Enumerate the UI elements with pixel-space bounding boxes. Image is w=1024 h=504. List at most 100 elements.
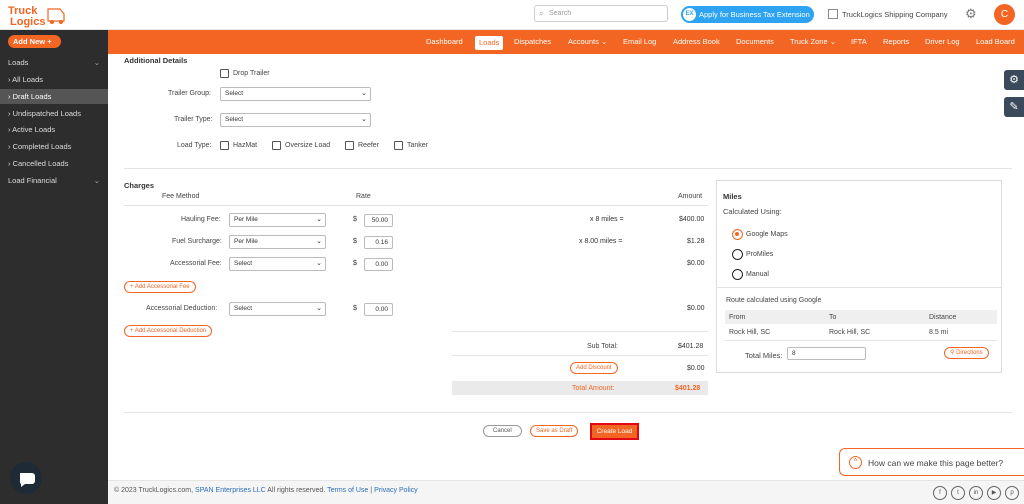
- nav-truck-zone[interactable]: Truck Zone ⌄: [790, 30, 836, 54]
- dollar-sign: $: [353, 305, 357, 312]
- drop-trailer-checkbox[interactable]: [220, 69, 229, 78]
- nav-load-board[interactable]: Load Board: [976, 30, 1015, 54]
- linkedin-icon[interactable]: in: [969, 486, 983, 500]
- facebook-icon[interactable]: f: [933, 486, 947, 500]
- add-new-button[interactable]: Add New +: [8, 35, 61, 48]
- trailer-type-select[interactable]: Select ⌄: [220, 113, 371, 127]
- accessorial-deduction-method-select[interactable]: Select ⌄: [229, 302, 326, 316]
- hazmat-checkbox[interactable]: [220, 141, 229, 150]
- dollar-sign: $: [353, 260, 357, 267]
- total-miles-input[interactable]: 8: [787, 347, 866, 360]
- actions-divider: [124, 412, 1012, 413]
- tax-extension-label: Apply for Business Tax Extension: [699, 10, 810, 19]
- search-input[interactable]: ⌕ Search: [534, 5, 668, 22]
- nav-documents[interactable]: Documents: [736, 30, 774, 54]
- manual-radio[interactable]: [732, 269, 743, 280]
- total-label: Total Amount:: [572, 385, 615, 392]
- load-type-label: Load Type:: [177, 142, 212, 149]
- chat-launcher[interactable]: [10, 462, 42, 494]
- sidebar-loads-header[interactable]: Loads ⌄: [0, 55, 108, 70]
- charges-header-divider: [124, 205, 708, 206]
- chevron-down-icon: ⌄: [316, 260, 322, 267]
- sidebar-item-draft-loads[interactable]: › Draft Loads: [0, 89, 108, 104]
- company-switcher[interactable]: TruckLogics Shipping Company: [828, 9, 948, 19]
- sidebar-item-undispatched-loads[interactable]: › Undispatched Loads: [0, 106, 108, 121]
- miles-divider: [717, 287, 1001, 288]
- extension-icon: EX: [683, 8, 696, 21]
- hauling-fee-method-select[interactable]: Per Mile ⌄: [229, 213, 326, 227]
- add-discount-button[interactable]: Add Discount: [570, 362, 618, 374]
- fuel-surcharge-label: Fuel Surcharge:: [172, 238, 222, 245]
- miles-title: Miles: [723, 192, 742, 201]
- youtube-icon[interactable]: ▶: [987, 486, 1001, 500]
- sidebar-item-all-loads[interactable]: › All Loads: [0, 72, 108, 87]
- chevron-down-icon: ⌄: [361, 90, 367, 97]
- nav-driver-log[interactable]: Driver Log: [925, 30, 960, 54]
- fuel-amount: $1.28: [687, 238, 705, 245]
- reefer-checkbox[interactable]: [345, 141, 354, 150]
- nav-dashboard[interactable]: Dashboard: [426, 30, 463, 54]
- nav-reports[interactable]: Reports: [883, 30, 909, 54]
- add-accessorial-deduction-button[interactable]: + Add Accessorial Deduction: [124, 325, 213, 337]
- accessorial-fee-method-select[interactable]: Select ⌄: [229, 257, 326, 271]
- route-distance: 8.5 mi: [929, 329, 949, 336]
- notes-icon[interactable]: ✎: [1004, 97, 1024, 117]
- save-as-draft-button[interactable]: Save as Draft: [530, 425, 579, 437]
- nav-email-log[interactable]: Email Log: [623, 30, 656, 54]
- svg-text:Logics: Logics: [10, 16, 45, 28]
- fuel-calc: x 8.00 miles =: [579, 238, 623, 245]
- from-header: From: [729, 314, 746, 321]
- hauling-calc: x 8 miles =: [590, 216, 624, 223]
- fuel-rate-input[interactable]: 0.16: [364, 236, 393, 249]
- oversize-load-label: Oversize Load: [285, 142, 331, 149]
- accessorial-deduction-label: Accessorial Deduction:: [146, 305, 218, 312]
- accessorial-rate-input[interactable]: 0.00: [364, 258, 393, 271]
- sidebar-load-financial[interactable]: Load Financial ⌄: [0, 173, 108, 188]
- create-load-button[interactable]: Create Load: [590, 423, 639, 440]
- chevron-down-icon: ⌄: [316, 305, 322, 312]
- sidebar-item-active-loads[interactable]: › Active Loads: [0, 122, 108, 137]
- nav-accounts[interactable]: Accounts ⌄: [568, 30, 607, 54]
- settings-panel-icon[interactable]: ⚙: [1004, 70, 1024, 90]
- feedback-text: How can we make this page better?: [868, 458, 1004, 468]
- nav-ifta[interactable]: IFTA: [851, 30, 867, 54]
- tanker-checkbox[interactable]: [394, 141, 403, 150]
- sidebar-item-completed-loads[interactable]: › Completed Loads: [0, 139, 108, 154]
- terms-of-use-link[interactable]: Terms of Use: [327, 487, 368, 494]
- twitter-icon[interactable]: t: [951, 486, 965, 500]
- fuel-surcharge-method-select[interactable]: Per Mile ⌄: [229, 235, 326, 249]
- deduction-rate-input[interactable]: 0.00: [364, 303, 393, 316]
- google-maps-label: Google Maps: [746, 231, 788, 238]
- nav-dispatches[interactable]: Dispatches: [514, 30, 551, 54]
- pinterest-icon[interactable]: p: [1005, 486, 1019, 500]
- chat-icon: [19, 473, 35, 487]
- user-avatar[interactable]: C: [994, 4, 1015, 25]
- directions-icon: ⚲: [950, 350, 955, 356]
- accessorial-fee-label: Accessorial Fee:: [170, 260, 222, 267]
- drop-trailer-label: Drop Trailer: [233, 70, 270, 77]
- subtotal-value: $401.28: [678, 343, 704, 350]
- chevron-down-icon: ⌄: [93, 176, 100, 185]
- company-name: TruckLogics Shipping Company: [842, 10, 948, 19]
- route-from: Rock Hill, SC: [729, 329, 771, 336]
- hauling-rate-input[interactable]: 50.00: [364, 214, 393, 227]
- oversize-load-checkbox[interactable]: [272, 141, 281, 150]
- add-accessorial-fee-button[interactable]: + Add Accessorial Fee: [124, 281, 196, 293]
- cancel-button[interactable]: Cancel: [483, 425, 522, 437]
- trucklogics-logo[interactable]: Truck Logics: [6, 3, 68, 28]
- tax-extension-button[interactable]: EX Apply for Business Tax Extension: [681, 6, 814, 23]
- settings-gear-icon[interactable]: ⚙: [965, 7, 979, 21]
- sidebar-item-cancelled-loads[interactable]: › Cancelled Loads: [0, 156, 108, 171]
- directions-button[interactable]: ⚲ Directions: [944, 347, 989, 359]
- deduction-amount: $0.00: [687, 305, 705, 312]
- subtotal-divider: [452, 355, 708, 356]
- nav-address-book[interactable]: Address Book: [673, 30, 720, 54]
- privacy-policy-link[interactable]: Privacy Policy: [374, 487, 418, 494]
- promiles-radio[interactable]: [732, 249, 743, 260]
- feedback-widget[interactable]: ^ How can we make this page better?: [839, 448, 1024, 476]
- nav-loads[interactable]: Loads: [475, 36, 504, 50]
- top-header: Truck Logics ⌕ Search EX Apply for Busin…: [0, 0, 1024, 30]
- trailer-group-select[interactable]: Select ⌄: [220, 87, 371, 101]
- span-enterprises-link[interactable]: SPAN Enterprises LLC: [195, 487, 266, 494]
- google-maps-radio[interactable]: [732, 229, 743, 240]
